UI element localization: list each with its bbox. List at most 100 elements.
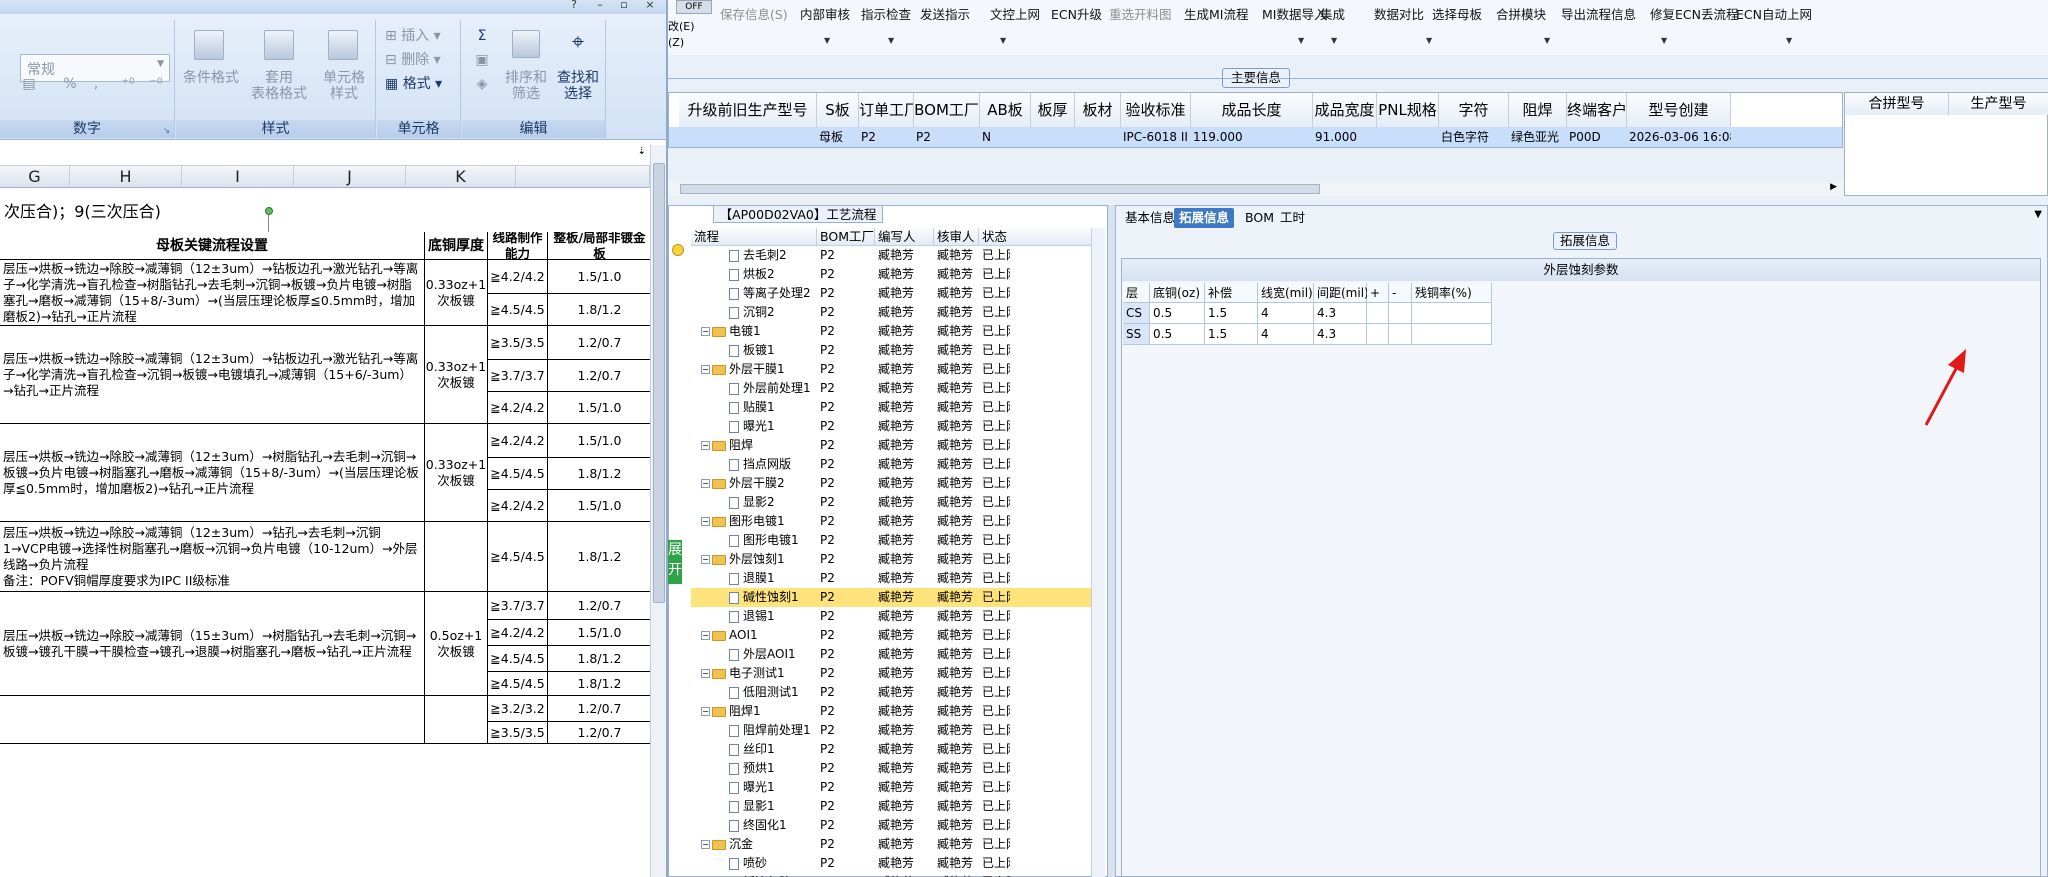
dropdown-7-icon[interactable]: ▼ [1661,36,1667,45]
gold-cell[interactable]: 1.2/0.7 [548,592,652,620]
capability-cell[interactable]: ≧4.5/4.5 [488,646,548,672]
scroll-right-icon[interactable]: ▶ [1830,182,1837,192]
tab-3[interactable]: 工时 [1275,208,1310,228]
tree-name-cell[interactable]: 板边包胶 [729,873,817,877]
grid-cell-0[interactable] [679,127,817,147]
tree-row[interactable]: −沉金P2臧艳芳臧艳芳已上网 [691,835,1101,854]
gold-cell[interactable]: 1.5/1.0 [548,392,652,424]
etch-cell[interactable] [1412,324,1492,345]
table-format-button[interactable]: 套用 表格格式 [246,70,312,102]
etch-cell[interactable]: 1.5 [1205,324,1258,345]
grid-header-9[interactable]: 成品宽度 [1313,93,1377,127]
tree-row[interactable]: −阻焊P2臧艳芳臧艳芳已上网 [691,436,1101,455]
collapse-toggle-icon[interactable]: − [701,840,710,849]
tree-row[interactable]: 外层AOI1P2臧艳芳臧艳芳已上网 [691,645,1101,664]
menu-15[interactable]: ECN自动上网 [1736,4,1812,23]
menu-9[interactable]: 集成 [1320,4,1345,23]
copper-cell[interactable]: 0.33oz+1次板镀 [425,326,488,424]
etch-cell[interactable] [1389,303,1412,324]
grid-cell-12[interactable]: 绿色亚光 [1509,127,1567,147]
gold-cell[interactable]: 1.8/1.2 [548,672,652,696]
tree-row[interactable]: 挡点网版P2臧艳芳臧艳芳已上网 [691,455,1101,474]
dropdown-0-icon[interactable]: ▼ [824,36,830,45]
tree-row[interactable]: 烘板2P2臧艳芳臧艳芳已上网 [691,265,1101,284]
collapse-toggle-icon[interactable]: − [701,631,710,640]
tree-row[interactable]: −外层蚀刻1P2臧艳芳臧艳芳已上网 [691,550,1101,569]
close-icon[interactable]: × [642,0,658,12]
merge-header-2[interactable]: 生产型号 [1949,93,2048,115]
formula-bar[interactable]: ⇣ [0,144,666,166]
tree-name-cell[interactable]: 沉铜2 [729,303,817,322]
tree-name-cell[interactable]: − 图形电镀1 [701,512,817,531]
delete-button[interactable]: ⊟ 删除 ▾ [385,52,455,68]
capability-cell[interactable]: ≧4.5/4.5 [488,522,548,592]
tree-name-cell[interactable]: 等离子处理2 [729,284,817,303]
gold-cell[interactable]: 1.5/1.0 [548,424,652,458]
grid-header-12[interactable]: 阻焊 [1509,93,1567,127]
capability-cell[interactable]: ≧4.2/4.2 [488,424,548,458]
etch-header-3[interactable]: 线宽(mil) [1258,283,1314,303]
etch-cell[interactable]: 0.5 [1150,303,1205,324]
tree-row[interactable]: 去毛刺2P2臧艳芳臧艳芳已上网 [691,246,1101,265]
tree-name-cell[interactable]: 阻焊前处理1 [729,721,817,740]
grid-cell-6[interactable] [1075,127,1121,147]
dropdown-2-icon[interactable]: ▼ [1000,36,1006,45]
gold-cell[interactable]: 1.5/1.0 [548,260,652,294]
tree-name-cell[interactable]: − 电镀1 [701,322,817,341]
tree-name-cell[interactable]: 显影2 [729,493,817,512]
sort-filter-button[interactable]: 排序和 筛选 [500,70,552,102]
gold-cell[interactable]: 1.2/0.7 [548,360,652,392]
capability-cell[interactable]: ≧4.2/4.2 [488,260,548,294]
flow-cell[interactable]: 层压→烘板→铣边→除胶→减薄铜（15±3um）→树脂钻孔→去毛刺→沉铜→板镀→镀… [0,592,425,696]
tree-name-cell[interactable]: 显影1 [729,797,817,816]
collapse-toggle-icon[interactable]: − [701,669,710,678]
etch-cell[interactable] [1412,303,1492,324]
tab-2[interactable]: BOM [1240,208,1279,228]
tree-row[interactable]: −电镀1P2臧艳芳臧艳芳已上网 [691,322,1101,341]
tree-row[interactable]: 曝光1P2臧艳芳臧艳芳已上网 [691,778,1101,797]
col-i[interactable]: I [182,166,294,188]
tree-row[interactable]: 预烘1P2臧艳芳臧艳芳已上网 [691,759,1101,778]
flow-cell[interactable]: 层压→烘板→铣边→除胶→减薄铜（12±3um）→钻板边孔→激光钻孔→等离子→化学… [0,260,425,326]
tree-name-cell[interactable]: 退膜1 [729,569,817,588]
flow-cell[interactable] [0,696,425,744]
restore-icon[interactable]: ▫ [616,0,632,12]
tree-row[interactable]: −外层干膜1P2臧艳芳臧艳芳已上网 [691,360,1101,379]
tree-header-2[interactable]: 编写人 [875,228,934,246]
grid-header-2[interactable]: 订单工厂 [859,93,914,127]
copper-cell[interactable]: 0.33oz+1次板镀 [425,260,488,326]
etch-header-1[interactable]: 底铜(oz) [1150,283,1205,303]
grid-header-3[interactable]: BOM工厂 [914,93,980,127]
comma-button[interactable]: , [88,76,104,92]
flow-cell[interactable]: 层压→烘板→铣边→除胶→减薄铜（12±3um）→钻板边孔→激光钻孔→等离子→化学… [0,326,425,424]
capability-cell[interactable]: ≧3.2/3.2 [488,696,548,722]
etch-header-6[interactable]: - [1389,283,1412,303]
tree-row[interactable]: −AOI1P2臧艳芳臧艳芳已上网 [691,626,1101,645]
etch-cell[interactable]: 4.3 [1314,324,1367,345]
etch-cell[interactable]: SS [1123,324,1150,345]
tab-0[interactable]: 基本信息 [1120,208,1180,228]
tree-row[interactable]: −外层干膜2P2臧艳芳臧艳芳已上网 [691,474,1101,493]
dropdown-5-icon[interactable]: ▼ [1426,36,1432,45]
gold-cell[interactable]: 1.8/1.2 [548,294,652,326]
dropdown-3-icon[interactable]: ▼ [1298,36,1304,45]
tree-row[interactable]: 碱性蚀刻1P2臧艳芳臧艳芳已上网 [691,588,1101,607]
grid-cell-7[interactable]: IPC-6018 II 级 [1121,127,1191,147]
grid-horizontal-scrollbar[interactable]: ▶ [668,182,1843,196]
expand-formula-icon[interactable]: ⇣ [638,146,646,157]
etch-cell[interactable]: 4.3 [1314,303,1367,324]
tree-name-cell[interactable]: − 阻焊1 [701,702,817,721]
tree-row[interactable]: 曝光1P2臧艳芳臧艳芳已上网 [691,417,1101,436]
tree-name-cell[interactable]: − 沉金 [701,835,817,854]
grid-cell-14[interactable]: 2026-03-06 16:08:4 [1627,127,1731,147]
copper-cell[interactable]: 0.5oz+1次板镀 [425,592,488,696]
menu-1[interactable]: 内部审核 [800,4,850,23]
tree-name-cell[interactable]: 碱性蚀刻1 [729,588,817,607]
menu-edit[interactable]: 改(E) [668,18,695,34]
collapse-toggle-icon[interactable]: − [701,555,710,564]
tree-name-cell[interactable]: 丝印1 [729,740,817,759]
menu-14[interactable]: 修复ECN丢流程 [1650,4,1738,23]
tree-name-cell[interactable]: − 阻焊 [701,436,817,455]
collapse-toggle-icon[interactable]: − [701,441,710,450]
tree-name-cell[interactable]: 外层AOI1 [729,645,817,664]
